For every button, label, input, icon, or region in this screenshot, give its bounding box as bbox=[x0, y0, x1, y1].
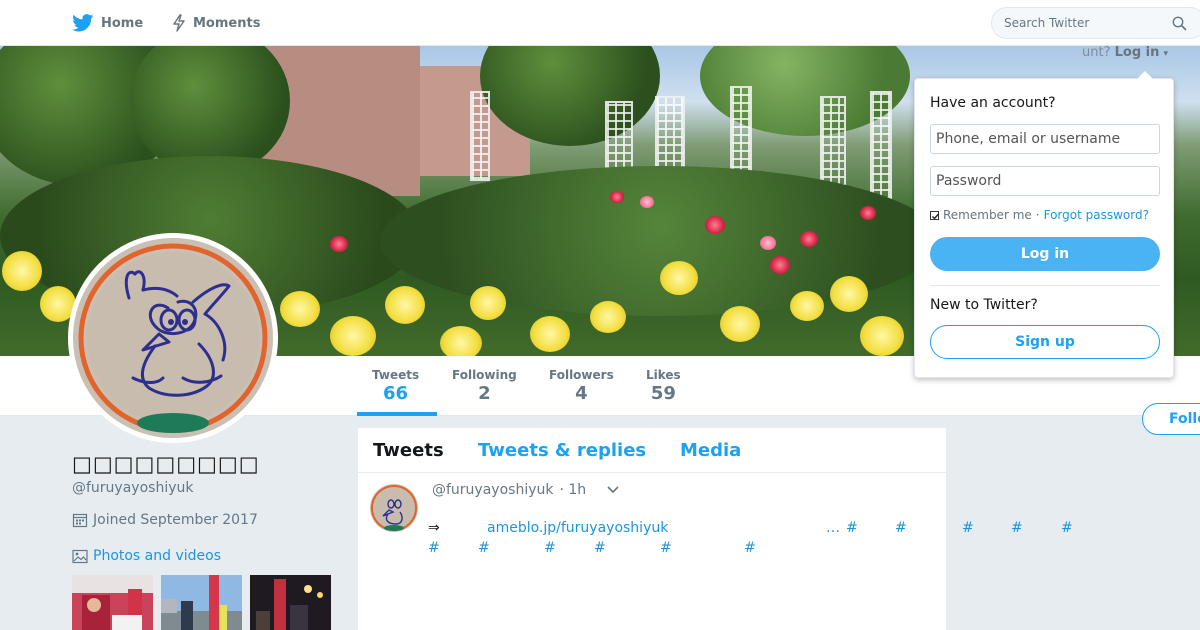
checkmark-icon bbox=[932, 213, 940, 220]
joined-label: Joined September 2017 bbox=[93, 512, 258, 528]
chevron-down-icon[interactable] bbox=[606, 485, 620, 495]
tab-tweets-and-replies[interactable]: Tweets & replies bbox=[478, 440, 646, 461]
nav-moments-label: Moments bbox=[193, 15, 261, 31]
lightning-icon bbox=[173, 14, 185, 32]
media-thumbnail[interactable] bbox=[250, 575, 331, 630]
login-button-label: Log in bbox=[1020, 246, 1070, 262]
profile-display-name: □□□□□□□□□ bbox=[72, 452, 260, 476]
stat-following-value: 2 bbox=[478, 383, 491, 404]
hashtag-link[interactable]: # bbox=[846, 520, 858, 536]
stat-followers-label: Followers bbox=[549, 368, 614, 382]
search-input[interactable]: Search Twitter bbox=[991, 7, 1200, 39]
stat-tweets-label: Tweets bbox=[372, 368, 420, 382]
media-thumbnail[interactable] bbox=[161, 575, 242, 630]
nav-home[interactable]: Home bbox=[72, 0, 143, 46]
profile-joined-date: Joined September 2017 bbox=[72, 512, 258, 528]
login-button[interactable]: Log in bbox=[930, 237, 1160, 271]
tweet-time[interactable]: · 1h bbox=[559, 482, 586, 498]
stat-likes[interactable]: Likes 59 bbox=[646, 368, 681, 404]
caret-down-icon: ▾ bbox=[1163, 49, 1169, 59]
profile-avatar[interactable] bbox=[68, 233, 278, 443]
photo-icon bbox=[72, 549, 88, 563]
stat-following[interactable]: Following 2 bbox=[452, 368, 517, 404]
login-divider bbox=[930, 285, 1160, 286]
follow-button[interactable]: Follo bbox=[1142, 403, 1200, 435]
stat-likes-label: Likes bbox=[646, 368, 681, 382]
tweet-header: @furuyayoshiyuk · 1h bbox=[432, 482, 620, 498]
stat-following-label: Following bbox=[452, 368, 517, 382]
hashtag-link[interactable]: # bbox=[962, 520, 974, 536]
username-placeholder: Phone, email or username bbox=[936, 131, 1121, 147]
stat-followers[interactable]: Followers 4 bbox=[549, 368, 614, 404]
username-field[interactable]: Phone, email or username bbox=[930, 124, 1160, 154]
search-placeholder: Search Twitter bbox=[1004, 16, 1090, 30]
tab-media[interactable]: Media bbox=[680, 440, 741, 461]
stat-tweets[interactable]: Tweets 66 bbox=[372, 368, 419, 404]
remember-me-checkbox[interactable] bbox=[930, 210, 940, 220]
tab-tweets[interactable]: Tweets bbox=[373, 440, 444, 461]
twitter-bird-icon bbox=[72, 14, 94, 32]
nav-moments[interactable]: Moments bbox=[172, 0, 260, 46]
login-trigger-label: Log in bbox=[1114, 45, 1160, 60]
remember-row: Remember me · Forgot password? bbox=[930, 208, 1149, 222]
remember-me-label[interactable]: Remember me bbox=[943, 208, 1032, 222]
hashtag-link[interactable]: # bbox=[428, 540, 440, 556]
login-dropdown-toggle[interactable]: unt? Log in ▾ bbox=[1082, 45, 1168, 60]
top-navigation-bar: Home Moments Search Twitter bbox=[0, 0, 1200, 46]
profile-screen-name[interactable]: @furuyayoshiyuk bbox=[72, 480, 193, 496]
search-icon[interactable] bbox=[1172, 16, 1187, 31]
signup-button[interactable]: Sign up bbox=[930, 325, 1160, 359]
password-field[interactable]: Password bbox=[930, 166, 1160, 196]
new-to-twitter-label: New to Twitter? bbox=[930, 297, 1038, 313]
hashtag-link[interactable]: # bbox=[660, 540, 672, 556]
hashtag-link[interactable]: # bbox=[478, 540, 490, 556]
photos-and-videos-link[interactable]: Photos and videos bbox=[72, 548, 221, 564]
nav-home-label: Home bbox=[101, 15, 144, 31]
hashtag-link[interactable]: # bbox=[1011, 520, 1023, 536]
login-dropdown-panel: Have an account? Phone, email or usernam… bbox=[914, 71, 1174, 378]
login-title: Have an account? bbox=[930, 95, 1056, 111]
tweet-ellipsis: … bbox=[826, 520, 840, 536]
forgot-password-link[interactable]: Forgot password? bbox=[1044, 208, 1149, 222]
tweet-arrow: ⇒ bbox=[428, 520, 440, 536]
hashtag-link[interactable]: # bbox=[895, 520, 907, 536]
signup-button-label: Sign up bbox=[1015, 334, 1075, 350]
avatar-mascot-image bbox=[73, 238, 273, 438]
calendar-icon bbox=[72, 513, 88, 528]
password-placeholder: Password bbox=[936, 173, 1002, 189]
stat-likes-value: 59 bbox=[650, 383, 676, 404]
active-stat-indicator bbox=[357, 412, 437, 416]
separator-dot: · bbox=[1035, 208, 1040, 222]
tweet-handle[interactable]: @furuyayoshiyuk bbox=[432, 482, 553, 498]
hashtag-link[interactable]: # bbox=[744, 540, 756, 556]
hashtag-link[interactable]: # bbox=[1061, 520, 1073, 536]
stat-followers-value: 4 bbox=[575, 383, 588, 404]
tweet-link[interactable]: ameblo.jp/furuyayoshiyuk bbox=[487, 520, 668, 536]
hashtag-link[interactable]: # bbox=[594, 540, 606, 556]
mascot-illustration bbox=[78, 243, 268, 433]
timeline-tabs: Tweets Tweets & replies Media bbox=[358, 428, 946, 473]
timeline: Tweets Tweets & replies Media @furuyayos… bbox=[358, 428, 1073, 630]
tweet-author-avatar[interactable] bbox=[370, 484, 418, 532]
login-trigger-prefix: unt? bbox=[1082, 45, 1111, 60]
follow-button-label: Follo bbox=[1169, 411, 1200, 427]
photos-label: Photos and videos bbox=[93, 548, 222, 564]
media-thumbnail[interactable] bbox=[72, 575, 153, 630]
hashtag-link[interactable]: # bbox=[544, 540, 556, 556]
stat-tweets-value: 66 bbox=[383, 383, 409, 404]
